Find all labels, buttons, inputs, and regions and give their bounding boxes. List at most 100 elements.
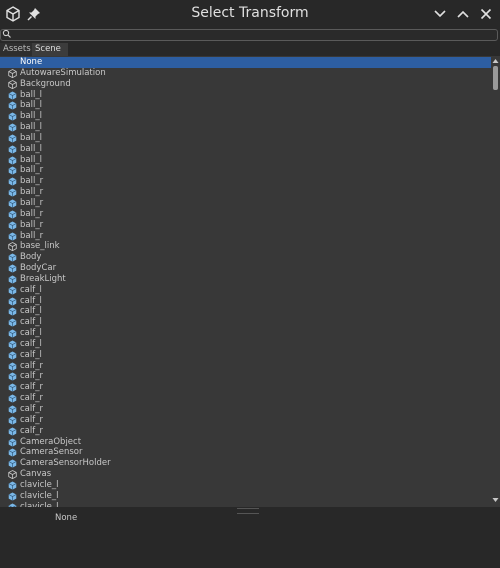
list-item[interactable]: ball_l (0, 155, 491, 166)
list-item-label: ball_l (20, 89, 42, 100)
list-item-label: calf_l (20, 328, 42, 339)
prefab-cube-icon (8, 394, 17, 403)
prefab-cube-icon (8, 145, 17, 154)
list-item-label: calf_l (20, 284, 42, 295)
list-item[interactable]: calf_l (0, 328, 491, 339)
list-item[interactable]: calf_r (0, 404, 491, 415)
list-item-label: ball_l (20, 122, 42, 133)
list-item-label: ball_l (20, 154, 42, 165)
list-item[interactable]: AutowareSimulation (0, 68, 491, 79)
gameobject-outline-icon (8, 79, 17, 89)
prefab-cube-icon (8, 101, 17, 111)
list-item[interactable]: calf_r (0, 415, 491, 426)
prefab-cube-icon (8, 405, 17, 414)
list-item[interactable]: ball_r (0, 220, 491, 231)
list-item-label: calf_l (20, 317, 42, 328)
prefab-cube-icon (8, 340, 17, 349)
list-item-label: calf_r (20, 393, 43, 404)
prefab-cube-icon (8, 362, 17, 371)
list-item[interactable]: calf_r (0, 361, 491, 372)
scrollbar-thumb[interactable] (493, 66, 498, 90)
tab-scene[interactable]: Scene (32, 43, 68, 56)
vertical-scrollbar[interactable] (491, 57, 500, 507)
list-item[interactable]: Background (0, 79, 491, 90)
preview-pane: None (0, 507, 500, 568)
list-item[interactable]: ball_l (0, 111, 491, 122)
list-item[interactable]: Canvas (0, 469, 491, 480)
list-item[interactable]: calf_r (0, 382, 491, 393)
gameobject-outline-icon (8, 470, 17, 480)
list-item[interactable]: calf_l (0, 350, 491, 361)
scroll-down-arrow-icon[interactable] (492, 497, 499, 503)
tab-assets[interactable]: Assets (0, 43, 32, 56)
list-item-label: clavicle_l (20, 479, 59, 490)
list-item[interactable]: calf_r (0, 371, 491, 382)
prefab-cube-icon (8, 123, 17, 132)
list-item-label: BodyCar (20, 263, 57, 274)
prefab-cube-icon (8, 231, 17, 241)
list-item[interactable]: ball_l (0, 133, 491, 144)
resize-grip-handle[interactable] (237, 508, 259, 514)
list-item[interactable]: calf_r (0, 426, 491, 437)
prefab-cube-icon (8, 221, 17, 230)
gameobject-outline-icon (8, 68, 17, 78)
list-item[interactable]: ball_l (0, 90, 491, 101)
list-item-label: ball_r (20, 187, 44, 198)
prefab-cube-icon (8, 448, 17, 458)
list-item[interactable]: calf_l (0, 296, 491, 307)
prefab-cube-icon (8, 90, 17, 100)
list-item-label: ball_r (20, 208, 44, 219)
prefab-cube-icon (8, 253, 17, 262)
list-item[interactable]: calf_l (0, 317, 491, 328)
list-item[interactable]: ball_l (0, 122, 491, 133)
prefab-cube-icon (8, 112, 17, 121)
list-item-label: calf_r (20, 414, 43, 425)
list-item-label: None (20, 57, 43, 67)
list-item[interactable]: CameraSensor (0, 447, 491, 458)
window-title: Select Transform (191, 5, 309, 21)
prefab-cube-icon (8, 210, 17, 219)
list-item[interactable]: BreakLight (0, 274, 491, 285)
list-item-label: ball_r (20, 219, 44, 230)
list-item-label: calf_l (20, 338, 42, 349)
list-item-label: calf_r (20, 382, 43, 393)
list-item[interactable]: ball_r (0, 231, 491, 242)
prefab-cube-icon (8, 481, 17, 490)
maximize-chevron-up-icon[interactable] (455, 6, 471, 22)
list-item[interactable]: ball_r (0, 187, 491, 198)
prefab-cube-icon (8, 188, 17, 197)
list-item-label: calf_r (20, 404, 43, 414)
list-item-label: ball_l (20, 100, 42, 111)
list-item[interactable]: ball_l (0, 100, 491, 111)
list-item[interactable]: CameraSensorHolder (0, 458, 491, 469)
list-item-label: ball_r (20, 230, 44, 241)
search-input[interactable] (0, 29, 498, 41)
prefab-cube-icon (8, 318, 17, 327)
list-item[interactable]: clavicle_l (0, 480, 491, 491)
tab-bar: Assets Scene (0, 42, 500, 56)
list-item[interactable]: calf_l (0, 306, 491, 317)
list-item-label: calf_r (20, 360, 43, 371)
list-item[interactable]: Body (0, 252, 491, 263)
list-item[interactable]: calf_l (0, 339, 491, 350)
list-item[interactable]: None (0, 57, 491, 68)
list-item[interactable]: ball_l (0, 144, 491, 155)
list-item[interactable]: clavicle_l (0, 491, 491, 502)
list-item[interactable]: BodyCar (0, 263, 491, 274)
prefab-cube-icon (8, 351, 17, 360)
prefab-cube-icon (8, 416, 17, 425)
list-item[interactable]: ball_r (0, 176, 491, 187)
list-item[interactable]: calf_l (0, 285, 491, 296)
list-item[interactable]: CameraObject (0, 437, 491, 448)
list-item[interactable]: ball_r (0, 209, 491, 220)
minimize-chevron-down-icon[interactable] (432, 6, 448, 22)
scroll-up-arrow-icon[interactable] (492, 58, 499, 64)
list-item-label: CameraObject (20, 436, 82, 447)
list-item[interactable]: base_link (0, 241, 491, 252)
list-item[interactable]: ball_r (0, 165, 491, 176)
list-item[interactable]: ball_r (0, 198, 491, 209)
close-icon[interactable] (478, 6, 494, 22)
list-item-label: calf_l (20, 295, 42, 306)
list-item-label: calf_l (20, 306, 42, 317)
list-item[interactable]: calf_r (0, 393, 491, 404)
